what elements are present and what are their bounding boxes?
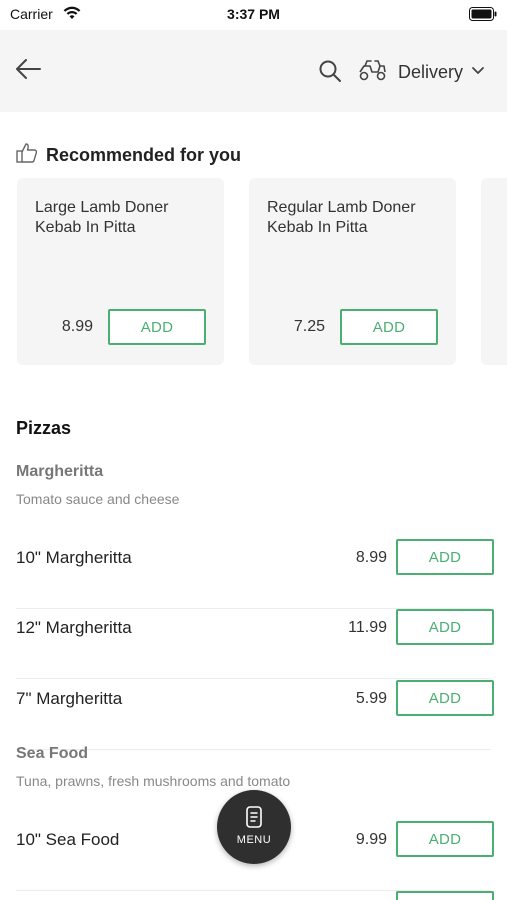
- item-price: 5.99: [355, 690, 387, 707]
- search-icon: [318, 60, 342, 87]
- recommended-carousel[interactable]: Large Lamb Doner Kebab In Pitta 8.99 ADD…: [0, 178, 507, 368]
- top-bar: Delivery: [0, 30, 507, 112]
- recommended-card-peek[interactable]: [481, 178, 507, 365]
- add-button[interactable]: ADD: [396, 821, 494, 857]
- group-title: Sea Food: [16, 745, 89, 762]
- section-title: Pizzas: [16, 418, 72, 438]
- recommended-header: Recommended for you: [16, 142, 241, 169]
- item-name: 10" Sea Food: [16, 830, 120, 849]
- card-item-price: 7.25: [293, 318, 325, 335]
- menu-fab-button[interactable]: MENU: [217, 790, 291, 864]
- menu-item-row: 7" Margheritta 5.99 ADD: [16, 680, 494, 750]
- menu-item-row: 10" Margheritta 8.99 ADD: [16, 539, 494, 609]
- card-item-price: 8.99: [61, 318, 93, 335]
- thumbs-up-icon: [16, 142, 38, 169]
- item-name: 7" Margheritta: [16, 689, 123, 708]
- group-description: Tuna, prawns, fresh mushrooms and tomato: [16, 773, 291, 789]
- item-name: 12" Margheritta: [16, 618, 132, 637]
- item-price: 9.99: [355, 831, 387, 848]
- add-button[interactable]: ADD: [396, 609, 494, 645]
- recommended-card[interactable]: Regular Lamb Doner Kebab In Pitta 7.25 A…: [249, 178, 456, 365]
- card-item-name: Regular Lamb Doner Kebab In Pitta: [267, 199, 416, 236]
- fab-label: MENU: [236, 834, 272, 846]
- item-price: 11.99: [348, 619, 387, 636]
- item-price: 8.99: [355, 549, 387, 566]
- item-name: 10" Margheritta: [16, 548, 132, 567]
- menu-item-row: 12" Margheritta 11.99 ADD: [16, 609, 494, 679]
- status-bar: Carrier 3:37 PM: [0, 0, 507, 30]
- card-item-name: Large Lamb Doner Kebab In Pitta: [35, 199, 169, 236]
- arrow-left-icon: [15, 58, 41, 84]
- chevron-down-icon: [471, 63, 485, 81]
- add-button[interactable]: ADD: [396, 680, 494, 716]
- divider: [16, 678, 491, 679]
- add-button[interactable]: ADD: [108, 309, 206, 345]
- add-button-partial[interactable]: [396, 891, 494, 900]
- clock: 3:37 PM: [227, 6, 280, 22]
- recommended-card[interactable]: Large Lamb Doner Kebab In Pitta 8.99 ADD: [17, 178, 224, 365]
- scooter-icon: [358, 58, 388, 87]
- add-button[interactable]: ADD: [340, 309, 438, 345]
- delivery-mode-selector[interactable]: Delivery: [358, 58, 485, 86]
- back-button[interactable]: [12, 56, 44, 86]
- add-button[interactable]: ADD: [396, 539, 494, 575]
- battery-icon: [469, 7, 497, 26]
- recommended-title: Recommended for you: [46, 145, 242, 165]
- group-title: Margheritta: [16, 463, 104, 480]
- group-description: Tomato sauce and cheese: [16, 491, 180, 507]
- menu-card-icon: [245, 806, 263, 833]
- delivery-label: Delivery: [398, 61, 464, 82]
- search-button[interactable]: [318, 59, 344, 85]
